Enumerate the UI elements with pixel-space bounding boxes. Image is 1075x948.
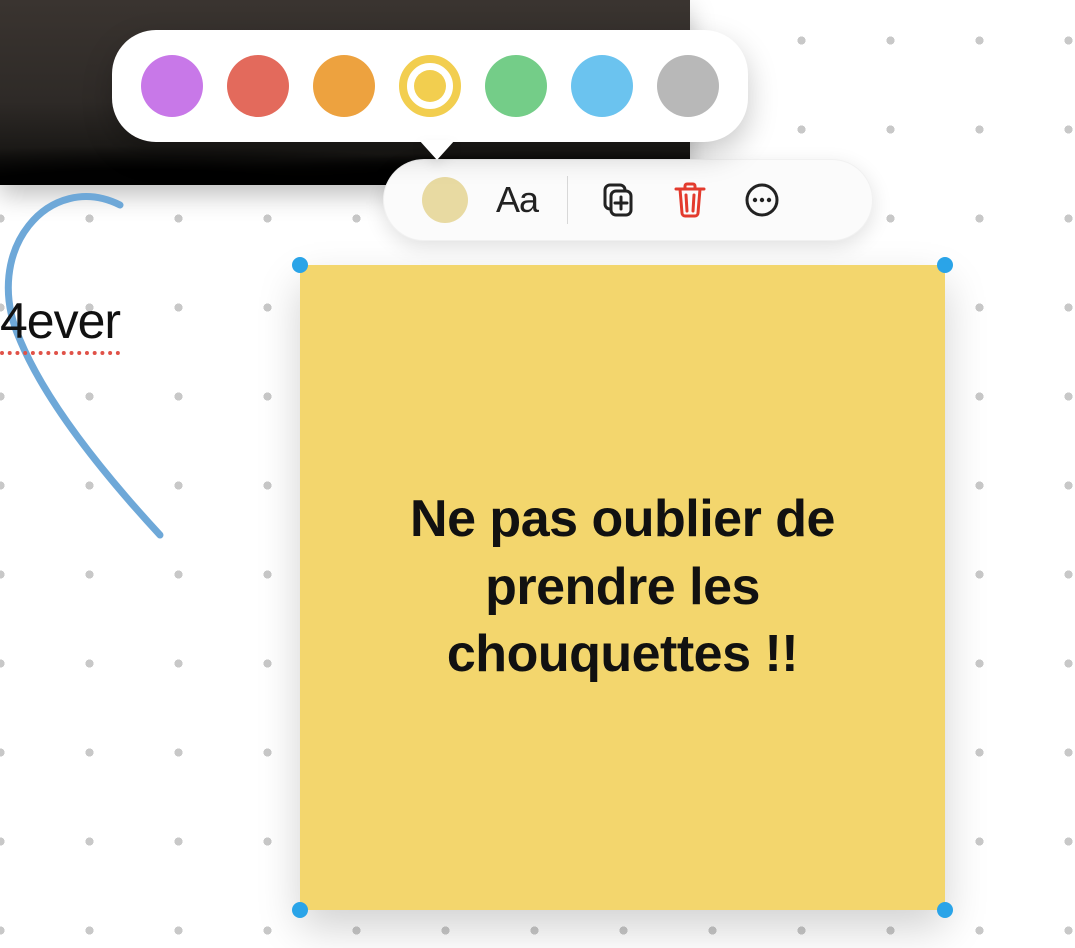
freeform-canvas[interactable]: 4ever Ne pas oublier de prendre les chou…: [0, 0, 1075, 948]
selection-handle-top-right[interactable]: [937, 257, 953, 273]
trash-icon: [672, 180, 708, 220]
color-swatch-blue[interactable]: [571, 55, 633, 117]
sticky-note-text: Ne pas oublier de prendre les chouquette…: [340, 486, 905, 689]
sticky-note[interactable]: Ne pas oublier de prendre les chouquette…: [300, 265, 945, 910]
color-swatch-gray[interactable]: [657, 55, 719, 117]
color-swatch-orange[interactable]: [313, 55, 375, 117]
more-button[interactable]: [726, 170, 798, 230]
selection-handle-bottom-right[interactable]: [937, 902, 953, 918]
toolbar-divider: [567, 176, 568, 224]
context-toolbar: Aa: [383, 159, 873, 241]
current-color-chip: [422, 177, 468, 223]
canvas-text-fragment[interactable]: 4ever: [0, 292, 120, 350]
color-swatch-green[interactable]: [485, 55, 547, 117]
color-popover: [112, 30, 748, 142]
color-button[interactable]: [409, 170, 481, 230]
text-style-label: Aa: [496, 179, 538, 221]
delete-button[interactable]: [654, 170, 726, 230]
color-swatch-red[interactable]: [227, 55, 289, 117]
canvas-text-fragment-label: 4ever: [0, 293, 120, 355]
color-swatch-purple[interactable]: [141, 55, 203, 117]
selection-handle-top-left[interactable]: [292, 257, 308, 273]
duplicate-button[interactable]: [582, 170, 654, 230]
selection-handle-bottom-left[interactable]: [292, 902, 308, 918]
text-style-button[interactable]: Aa: [481, 170, 553, 230]
more-icon: [743, 181, 781, 219]
duplicate-icon: [599, 181, 637, 219]
color-swatch-yellow[interactable]: [399, 55, 461, 117]
hand-drawn-heart-stroke: [0, 190, 270, 550]
